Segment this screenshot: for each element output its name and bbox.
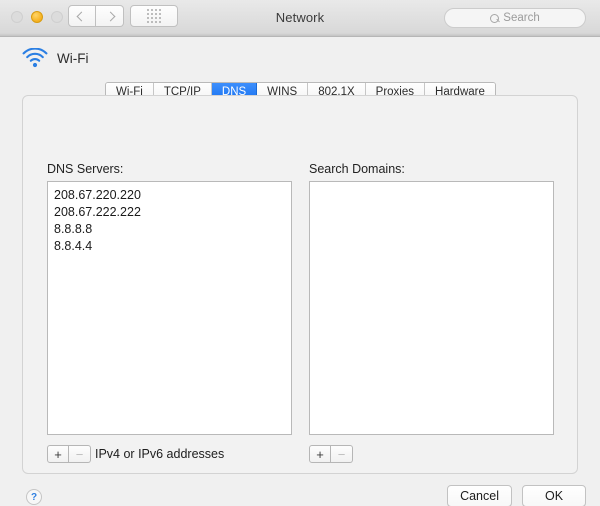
dns-servers-label: DNS Servers: — [47, 162, 124, 176]
search-domains-label: Search Domains: — [309, 162, 405, 176]
dialog-buttons: Cancel OK — [447, 485, 586, 506]
service-name: Wi-Fi — [57, 50, 89, 66]
network-preferences-window: Network Search Wi-Fi Wi-Fi TCP/IP DNS WI… — [0, 0, 600, 506]
window-titlebar: Network Search — [0, 0, 600, 37]
ok-button[interactable]: OK — [522, 485, 586, 506]
search-domains-rows — [310, 182, 553, 187]
search-input[interactable]: Search — [444, 8, 586, 28]
remove-search-domain-button[interactable]: − — [331, 445, 353, 463]
search-placeholder: Search — [503, 12, 540, 24]
search-domains-stepper: + − — [309, 445, 353, 463]
help-button[interactable]: ? — [26, 489, 42, 505]
remove-dns-server-button[interactable]: − — [69, 445, 91, 463]
list-item[interactable]: 208.67.220.220 — [48, 187, 291, 204]
search-domains-list[interactable] — [309, 181, 554, 435]
search-icon — [490, 13, 500, 23]
cancel-button[interactable]: Cancel — [447, 485, 512, 506]
service-header: Wi-Fi — [22, 47, 89, 68]
list-item[interactable]: 208.67.222.222 — [48, 204, 291, 221]
dns-servers-hint: IPv4 or IPv6 addresses — [95, 447, 225, 461]
dns-servers-list[interactable]: 208.67.220.220 208.67.222.222 8.8.8.8 8.… — [47, 181, 292, 435]
list-item[interactable]: 8.8.8.8 — [48, 221, 291, 238]
list-item[interactable]: 8.8.4.4 — [48, 238, 291, 255]
preferences-content: Wi-Fi Wi-Fi TCP/IP DNS WINS 802.1X Proxi… — [0, 37, 600, 506]
dns-servers-rows: 208.67.220.220 208.67.222.222 8.8.8.8 8.… — [48, 182, 291, 255]
wifi-icon — [22, 47, 48, 68]
dns-servers-stepper: + − — [47, 445, 91, 463]
dns-settings-panel: DNS Servers: Search Domains: 208.67.220.… — [22, 95, 578, 474]
add-dns-server-button[interactable]: + — [47, 445, 69, 463]
add-search-domain-button[interactable]: + — [309, 445, 331, 463]
